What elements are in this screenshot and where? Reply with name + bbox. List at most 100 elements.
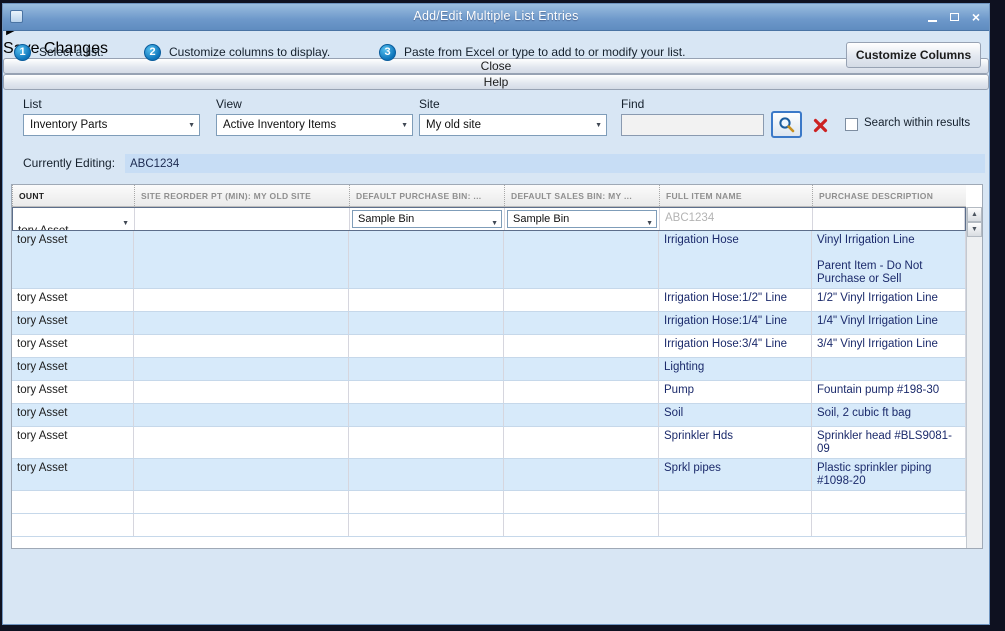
sales-bin-cell[interactable]: Sample Bin ▼ [505, 208, 660, 230]
description-cell[interactable] [812, 491, 966, 513]
purchase-bin-cell[interactable] [349, 514, 504, 536]
purchase-bin-cell[interactable] [349, 289, 504, 311]
account-cell[interactable]: tory Asset [12, 404, 134, 426]
account-cell[interactable]: tory Asset [12, 289, 134, 311]
item-name-cell[interactable]: ABC1234 [660, 208, 813, 230]
scroll-down-icon[interactable]: ▼ [967, 222, 982, 237]
title-bar[interactable]: Add/Edit Multiple List Entries × [3, 4, 989, 31]
item-name-cell[interactable]: Irrigation Hose [659, 231, 812, 288]
site-dropdown[interactable]: My old site ▼ [419, 114, 607, 136]
purchase-bin-cell[interactable] [349, 381, 504, 403]
close-button[interactable]: × [969, 10, 983, 24]
sales-bin-cell[interactable] [504, 289, 659, 311]
purchase-bin-cell[interactable] [349, 231, 504, 288]
search-within-results-checkbox[interactable] [845, 118, 858, 131]
sales-bin-cell[interactable] [504, 312, 659, 334]
chevron-down-icon[interactable]: ▼ [491, 217, 498, 230]
table-row[interactable] [12, 514, 966, 537]
item-name-cell[interactable] [659, 514, 812, 536]
sales-bin-cell[interactable] [504, 381, 659, 403]
purchase-bin-cell[interactable] [349, 404, 504, 426]
table-row[interactable]: tory Asset Sprinkler HdsSprinkler head #B… [12, 427, 966, 459]
account-cell[interactable]: tory Asset [12, 335, 134, 357]
sales-bin-cell[interactable] [504, 514, 659, 536]
description-cell[interactable] [812, 514, 966, 536]
sales-bin-cell[interactable] [504, 358, 659, 380]
sales-bin-cell[interactable] [504, 404, 659, 426]
item-name-cell[interactable] [659, 491, 812, 513]
reorder-cell[interactable] [134, 231, 349, 288]
account-cell[interactable]: tory Asset ▼ [13, 208, 135, 230]
description-cell[interactable]: 1/4" Vinyl Irrigation Line [812, 312, 966, 334]
item-name-cell[interactable]: Irrigation Hose:1/2" Line [659, 289, 812, 311]
description-cell[interactable]: 3/4" Vinyl Irrigation Line [812, 335, 966, 357]
reorder-cell[interactable] [134, 381, 349, 403]
purchase-bin-cell[interactable] [349, 491, 504, 513]
account-cell[interactable]: tory Asset [12, 358, 134, 380]
item-name-cell[interactable]: Pump [659, 381, 812, 403]
purchase-bin-cell[interactable] [349, 427, 504, 458]
item-name-cell[interactable]: Sprkl pipes [659, 459, 812, 490]
sales-bin-dropdown[interactable]: Sample Bin ▼ [507, 210, 657, 228]
reorder-cell[interactable] [134, 427, 349, 458]
purchase-bin-cell[interactable] [349, 312, 504, 334]
item-name-cell[interactable]: Soil [659, 404, 812, 426]
chevron-down-icon[interactable]: ▼ [122, 217, 129, 230]
item-name-cell[interactable]: Sprinkler Hds [659, 427, 812, 458]
help-button[interactable]: Help [3, 74, 989, 90]
sales-bin-cell[interactable] [504, 459, 659, 490]
account-cell[interactable]: tory Asset [12, 231, 134, 288]
item-name-cell[interactable]: Irrigation Hose:3/4" Line [659, 335, 812, 357]
purchase-bin-dropdown[interactable]: Sample Bin ▼ [352, 210, 502, 228]
table-row[interactable]: tory Asset Irrigation Hose:3/4" Line3/4" … [12, 335, 966, 358]
description-cell[interactable] [813, 208, 965, 230]
sales-bin-cell[interactable] [504, 335, 659, 357]
account-cell[interactable]: tory Asset [12, 427, 134, 458]
customize-columns-button[interactable]: Customize Columns [846, 42, 981, 68]
reorder-cell[interactable] [134, 514, 349, 536]
find-input[interactable] [621, 114, 764, 136]
table-row[interactable]: tory Asset Irrigation Hose:1/2" Line1/2" … [12, 289, 966, 312]
reorder-cell[interactable] [135, 208, 350, 230]
table-row[interactable] [12, 491, 966, 514]
reorder-cell[interactable] [134, 459, 349, 490]
description-cell[interactable]: Fountain pump #198-30 [812, 381, 966, 403]
sales-bin-cell[interactable] [504, 231, 659, 288]
item-name-cell[interactable]: Lighting [659, 358, 812, 380]
table-row[interactable]: tory Asset Irrigation HoseVinyl Irrigatio… [12, 231, 966, 289]
minimize-button[interactable] [925, 10, 939, 24]
chevron-down-icon[interactable]: ▼ [646, 217, 653, 230]
account-cell[interactable] [12, 514, 134, 536]
editing-row[interactable]: tory Asset ▼ Sample Bin ▼ Sample Bin ▼ [12, 207, 966, 231]
description-cell[interactable]: 1/2" Vinyl Irrigation Line [812, 289, 966, 311]
purchase-bin-cell[interactable]: Sample Bin ▼ [350, 208, 505, 230]
table-row[interactable]: tory AssetSoilSoil, 2 cubic ft bag [12, 404, 966, 427]
vertical-scrollbar[interactable]: ▲ ▼ [966, 207, 982, 548]
description-cell[interactable]: Vinyl Irrigation Line Parent Item - Do N… [812, 231, 966, 288]
purchase-bin-cell[interactable] [349, 459, 504, 490]
table-row[interactable]: tory Asset Lighting [12, 358, 966, 381]
purchase-bin-cell[interactable] [349, 358, 504, 380]
description-cell[interactable] [812, 358, 966, 380]
account-cell[interactable] [12, 491, 134, 513]
account-cell[interactable]: tory Asset [12, 381, 134, 403]
item-name-cell[interactable]: Irrigation Hose:1/4" Line [659, 312, 812, 334]
list-dropdown[interactable]: Inventory Parts ▼ [23, 114, 200, 136]
account-cell[interactable]: tory Asset [12, 459, 134, 490]
view-dropdown[interactable]: Active Inventory Items ▼ [216, 114, 413, 136]
account-cell[interactable]: tory Asset [12, 312, 134, 334]
reorder-cell[interactable] [134, 358, 349, 380]
maximize-button[interactable] [947, 10, 961, 24]
table-row[interactable]: tory Asset Irrigation Hose:1/4" Line1/4" … [12, 312, 966, 335]
description-cell[interactable]: Plastic sprinkler piping #1098-20 [812, 459, 966, 490]
table-row[interactable]: tory Asset PumpFountain pump #198-30 [12, 381, 966, 404]
search-button[interactable] [771, 111, 802, 138]
description-cell[interactable]: Sprinkler head #BLS9081-09 [812, 427, 966, 458]
reorder-cell[interactable] [134, 312, 349, 334]
reorder-cell[interactable] [134, 491, 349, 513]
table-row[interactable]: tory Asset Sprkl pipesPlastic sprinkler p… [12, 459, 966, 491]
clear-search-button[interactable] [807, 113, 834, 137]
purchase-bin-cell[interactable] [349, 335, 504, 357]
scroll-up-icon[interactable]: ▲ [967, 207, 982, 222]
reorder-cell[interactable] [134, 335, 349, 357]
